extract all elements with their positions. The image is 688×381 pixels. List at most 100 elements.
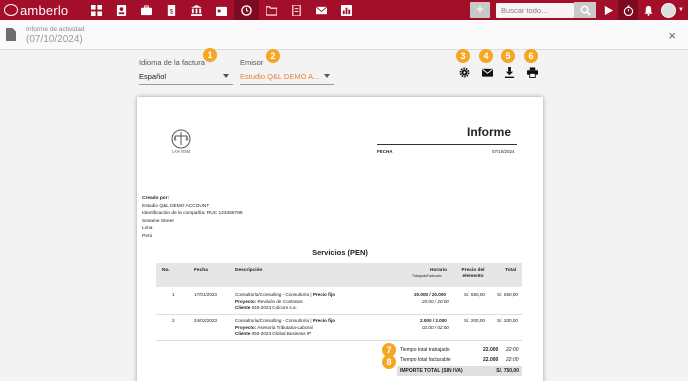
row-divider [156,340,522,341]
nav-matters[interactable] [134,0,159,20]
main-nav: $ [84,0,359,20]
svg-text:$: $ [170,8,174,15]
top-navbar: amberlo $ + Buscar todo... ▼ [0,0,688,20]
nav-invoices[interactable]: $ [159,0,184,20]
start-timer-button[interactable] [598,0,618,20]
print-button[interactable] [525,65,539,79]
invoice-language-value: Español [139,72,167,81]
chevron-down-icon [324,74,330,78]
chevron-down-icon[interactable]: ▼ [678,7,684,13]
created-by-block: Creado por: Estudio Q&L DEMO ACCOUNT Ide… [142,195,243,240]
summary-total: IMPORTE TOTAL (SIN IVA) S/. 750,00 [397,366,522,376]
mail-icon [316,5,327,14]
law-firm-logo-icon: LAW FIRM [171,129,191,154]
row-project-label: Proyecto: [235,298,257,304]
section-title: Servicios (PEN) [312,248,368,257]
created-by-line: Sesame Street [142,218,174,224]
nav-folders[interactable] [259,0,284,20]
billable-value: 22.000 [483,357,499,363]
row-total: S/. 200,00 [497,318,518,323]
total-label: IMPORTE TOTAL (SIN IVA) [400,368,463,374]
download-button[interactable] [502,65,516,79]
nav-dashboard[interactable] [84,0,109,20]
row-total: S/. 550,00 [497,292,518,297]
stopwatch-icon [623,4,633,16]
nav-documents[interactable] [284,0,309,20]
dashboard-icon [91,4,102,16]
row-project-label: Proyecto: [235,324,257,330]
created-by-line: Lima [142,226,153,231]
logo-icon [4,4,18,16]
nav-mail[interactable] [309,0,334,20]
nav-contacts[interactable] [109,0,134,20]
callout-badge-1: 1 [203,48,217,62]
timer-button[interactable] [618,0,639,20]
settings-icon [459,67,469,77]
table-row: 1 17/01/2023 Consultoría/Consulting - Co… [156,292,522,312]
settings-button[interactable] [457,65,471,79]
notifications-button[interactable] [638,0,658,20]
row-fecha: 24/02/2023 [194,318,217,323]
worked-value: 22.000 [483,347,499,353]
close-icon[interactable]: × [668,28,676,43]
topbar-right: + Buscar todo... ▼ [470,0,688,20]
total-value: S/. 750,00 [496,368,519,374]
row-divider [156,314,522,315]
row-desc-fixed: Precio fijo [312,292,336,297]
calendar-icon [216,6,227,16]
report-header: Informe de actividad (07/10/2024) × [0,20,688,50]
row-client-label: Cliente [235,331,251,336]
bell-icon [643,5,653,16]
nav-time-entries[interactable] [234,0,259,20]
invoice-icon: $ [167,4,176,16]
email-button[interactable] [480,65,494,79]
row-client-label: Cliente [235,305,251,310]
time-entry-icon [241,4,252,16]
briefcase-icon [141,4,152,15]
download-icon [504,66,514,78]
issuer-select[interactable]: Estudio Q&L DEMO A... [240,68,334,85]
col-no: No. [162,268,170,273]
global-search-input[interactable]: Buscar todo... [496,2,575,18]
callout-badge-3: 3 [456,49,470,63]
app-name: amberlo [20,2,69,18]
invoice-language-select[interactable]: Español [139,68,233,85]
documents-icon [292,4,301,16]
report-type-label: Informe de actividad [26,26,85,33]
contacts-icon [116,4,127,16]
row-client-value: 050-2023 Global Business IP [251,331,312,336]
row-desc-text: Consultoría/Consulting - Consultoría [235,292,310,297]
issuer-label: Emisor [240,58,264,67]
table-header: No. Fecha Descripción Horario Trabajado/… [156,263,522,287]
row-horario-sub: 02:00 / 02:00 [422,324,449,330]
search-button[interactable] [574,2,597,18]
col-horario-sub: Trabajado/Facturado [412,274,442,278]
col-total: Total [505,268,517,273]
report-preview: LAW FIRM Informe FECHA 07/10/2024 Creado… [137,97,543,381]
col-precio: Precio del elemento [461,268,485,279]
user-avatar[interactable] [661,2,677,18]
nav-reports[interactable] [334,0,359,20]
print-icon [526,66,538,78]
callout-badge-2: 2 [266,49,280,63]
row-client: Cliente 050-2023 Global Business IP [235,331,311,338]
row-horario-sub: 20:00 / 20:00 [422,298,449,304]
created-by-line: Estudio Q&L DEMO ACCOUNT [142,203,210,209]
created-by-line: Identificación de la compañía: RUC 12345… [142,211,243,216]
divider [377,144,517,145]
nav-bank[interactable] [184,0,209,20]
table-row: 2 24/02/2023 Consultoría/Consulting - Co… [156,318,522,338]
row-project-value: Revisión de Contratos [257,298,303,304]
col-horario: Horario [430,268,448,273]
row-precio: S/. 200,00 [464,318,485,323]
date-value: 07/10/2024 [492,149,515,154]
report-title: Informe [467,125,512,139]
billable-label: Tiempo total facturable [400,357,451,363]
created-by-label: Creado por: [142,196,170,201]
app-logo[interactable]: amberlo [0,3,84,18]
billable-time: 22:00 [506,357,519,363]
add-new-button[interactable]: + [470,2,491,18]
nav-calendar[interactable] [209,0,234,20]
callout-badge-5: 5 [501,49,515,63]
date-label: FECHA [377,149,393,154]
